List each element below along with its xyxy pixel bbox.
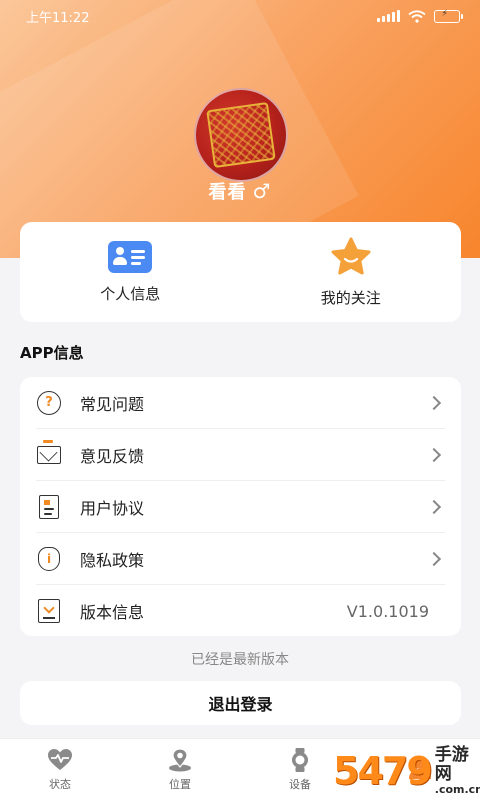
status-time: 上午11:22 <box>26 10 90 26</box>
watermark-line1: 手游网 <box>434 745 469 784</box>
menu-item-label: 常见问题 <box>80 394 145 414</box>
menu-item-privacy-policy[interactable]: i 隐私政策 <box>36 533 445 585</box>
id-card-icon <box>108 240 153 273</box>
watermark-number: 5479 <box>333 749 433 793</box>
menu-item-feedback[interactable]: 意见反馈 <box>36 429 445 481</box>
male-gender-icon: ♂ <box>252 179 272 203</box>
feedback-mail-icon <box>36 439 62 468</box>
menu-item-label: 意见反馈 <box>80 446 145 466</box>
latest-version-note: 已经是最新版本 <box>191 652 289 668</box>
menu-item-version[interactable]: 版本信息 V1.0.1019 <box>36 585 445 637</box>
menu-item-label: 版本信息 <box>80 603 145 622</box>
watermark-logo: 5479 手游网 .com.cn <box>333 742 480 800</box>
chevron-right-icon <box>426 499 442 514</box>
logout-button[interactable]: 退出登录 <box>20 681 461 725</box>
location-pin-icon <box>167 747 193 772</box>
tab-label: 状态 <box>49 777 71 791</box>
chevron-right-icon <box>426 551 442 566</box>
avatar[interactable] <box>194 88 288 182</box>
version-value: V1.0.1019 <box>346 601 429 621</box>
tab-location[interactable]: 位置 <box>120 739 240 800</box>
personal-info-label: 个人信息 <box>100 284 161 303</box>
profile-header: 上午11:22 ⚡ 看看 ♂ <box>0 0 480 258</box>
agreement-doc-icon <box>36 494 62 520</box>
avatar-seal-image <box>206 101 276 169</box>
wifi-icon <box>408 9 426 23</box>
personal-info-button[interactable]: 个人信息 <box>20 222 241 322</box>
my-follows-button[interactable]: 我的关注 <box>241 222 462 322</box>
tab-label: 位置 <box>169 777 191 791</box>
tab-status[interactable]: 状态 <box>0 739 120 800</box>
menu-item-user-agreement[interactable]: 用户协议 <box>36 481 445 533</box>
status-icons: ⚡ <box>377 9 463 23</box>
watch-icon <box>287 747 313 772</box>
heart-pulse-icon <box>47 748 73 772</box>
star-icon <box>331 237 371 274</box>
nickname: 看看 <box>208 182 247 203</box>
status-bar: 上午11:22 ⚡ <box>0 0 480 32</box>
question-icon: ? <box>36 390 62 416</box>
tab-label: 设备 <box>289 777 311 791</box>
menu-item-label: 用户协议 <box>80 498 145 518</box>
battery-charging-icon: ⚡ <box>434 9 463 23</box>
watermark-text: 手游网 .com.cn <box>435 746 480 795</box>
app-info-menu: ? 常见问题 意见反馈 用户协议 i 隐私政策 版本信息 V1.0.1019 <box>20 377 461 636</box>
profile-name-row: 看看 ♂ <box>0 178 480 204</box>
menu-item-faq[interactable]: ? 常见问题 <box>36 377 445 429</box>
chevron-right-icon <box>426 447 442 462</box>
privacy-shield-icon: i <box>36 546 62 572</box>
my-follows-label: 我的关注 <box>320 288 381 307</box>
signal-icon <box>377 10 400 22</box>
watermark-line2: .com.cn <box>434 782 480 796</box>
section-title: APP信息 <box>20 344 84 362</box>
chevron-right-icon <box>426 395 442 410</box>
version-download-icon <box>36 598 62 624</box>
menu-item-label: 隐私政策 <box>80 550 145 570</box>
quick-actions-card: 个人信息 我的关注 <box>20 222 461 322</box>
